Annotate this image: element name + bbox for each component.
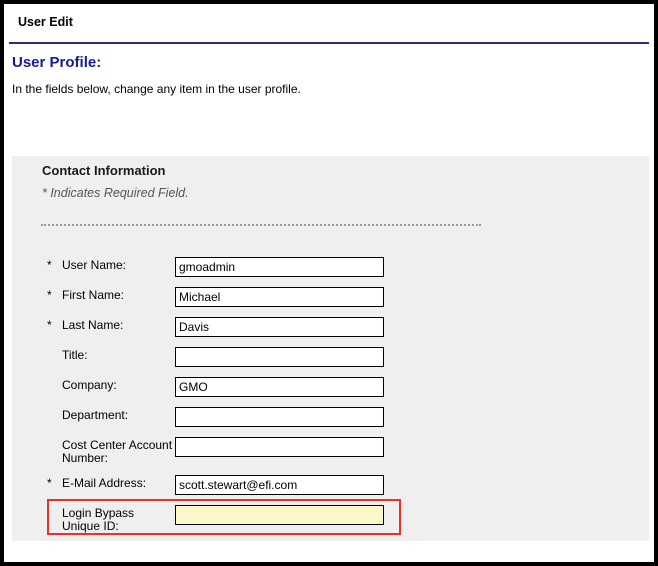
form-rows: * User Name: * First Name: * Last Name: … (47, 257, 427, 543)
contact-information-panel: Contact Information * Indicates Required… (12, 156, 649, 541)
field-label: Last Name: (62, 317, 175, 332)
field-label: Login Bypass Unique ID: (62, 505, 175, 533)
field-label: Company: (62, 377, 175, 392)
field-label: First Name: (62, 287, 175, 302)
form-row-cost-center-account-number: Cost Center Account Number: (47, 437, 427, 465)
user-profile-heading: User Profile: (12, 54, 101, 71)
field-label: Cost Center Account Number: (62, 437, 175, 465)
form-row-department: Department: (47, 407, 427, 427)
screenshot-frame: User Edit User Profile: In the fields be… (0, 0, 658, 566)
user-profile-description: In the fields below, change any item in … (12, 82, 301, 96)
form-row-title: Title: (47, 347, 427, 367)
required-asterisk: * (47, 317, 62, 332)
form-row-user-name: * User Name: (47, 257, 427, 277)
title-input[interactable] (175, 347, 384, 367)
required-asterisk: * (47, 257, 62, 272)
required-asterisk: * (47, 287, 62, 302)
required-asterisk: * (47, 475, 62, 490)
contact-information-heading: Contact Information (42, 163, 166, 178)
title-divider (9, 42, 649, 44)
required-field-note: * Indicates Required Field. (42, 186, 189, 200)
cost-center-account-number-input[interactable] (175, 437, 384, 457)
page-title: User Edit (18, 15, 73, 29)
dotted-separator (41, 224, 481, 226)
email-address-input[interactable] (175, 475, 384, 495)
field-label: Title: (62, 347, 175, 362)
field-label: User Name: (62, 257, 175, 272)
user-name-input[interactable] (175, 257, 384, 277)
required-asterisk (47, 377, 62, 379)
login-bypass-unique-id-input[interactable] (175, 505, 384, 525)
last-name-input[interactable] (175, 317, 384, 337)
company-input[interactable] (175, 377, 384, 397)
first-name-input[interactable] (175, 287, 384, 307)
form-row-last-name: * Last Name: (47, 317, 427, 337)
field-label: Department: (62, 407, 175, 422)
form-row-email-address: * E-Mail Address: (47, 475, 427, 495)
required-asterisk (47, 407, 62, 409)
form-row-company: Company: (47, 377, 427, 397)
required-asterisk (47, 505, 62, 507)
form-row-first-name: * First Name: (47, 287, 427, 307)
department-input[interactable] (175, 407, 384, 427)
field-label: E-Mail Address: (62, 475, 175, 490)
required-asterisk (47, 347, 62, 349)
form-row-login-bypass-unique-id: Login Bypass Unique ID: (47, 505, 427, 533)
required-asterisk (47, 437, 62, 439)
